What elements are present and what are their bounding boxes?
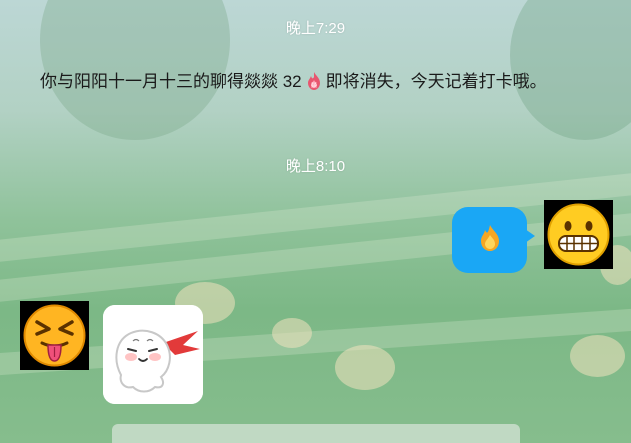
ghost-sticker-icon [103, 305, 203, 404]
received-sticker-message[interactable] [103, 305, 203, 404]
notice-text: 你与阳阳十一月十三的聊得燚燚 32 [40, 72, 302, 91]
partial-system-notice [112, 424, 520, 443]
self-avatar[interactable] [544, 200, 613, 269]
background-stripe [0, 305, 631, 377]
message-timestamp: 晚上7:29 [285, 20, 346, 37]
tongue-out-angry-face-icon [20, 301, 89, 370]
fire-icon [475, 223, 505, 258]
svg-text:燚: 燚 [311, 82, 317, 89]
sent-message-bubble[interactable] [452, 207, 535, 273]
background-pebble [570, 335, 625, 377]
grimacing-face-icon [544, 200, 613, 269]
message-timestamp: 晚上8:10 [285, 158, 346, 175]
streak-notice: 你与阳阳十一月十三的聊得燚燚 32 燚 即将消失，今天记着打卡哦。 [40, 70, 580, 93]
contact-avatar[interactable] [20, 301, 89, 370]
background-pebble [335, 345, 395, 390]
chat-screen: 晚上7:29 你与阳阳十一月十三的聊得燚燚 32 燚 即将消失，今天记着打卡哦。 晚… [0, 0, 631, 443]
background-pebble [272, 318, 312, 348]
flame-badge-icon: 燚 [304, 71, 324, 91]
notice-text: 即将消失，今天记着打卡哦。 [325, 72, 547, 91]
